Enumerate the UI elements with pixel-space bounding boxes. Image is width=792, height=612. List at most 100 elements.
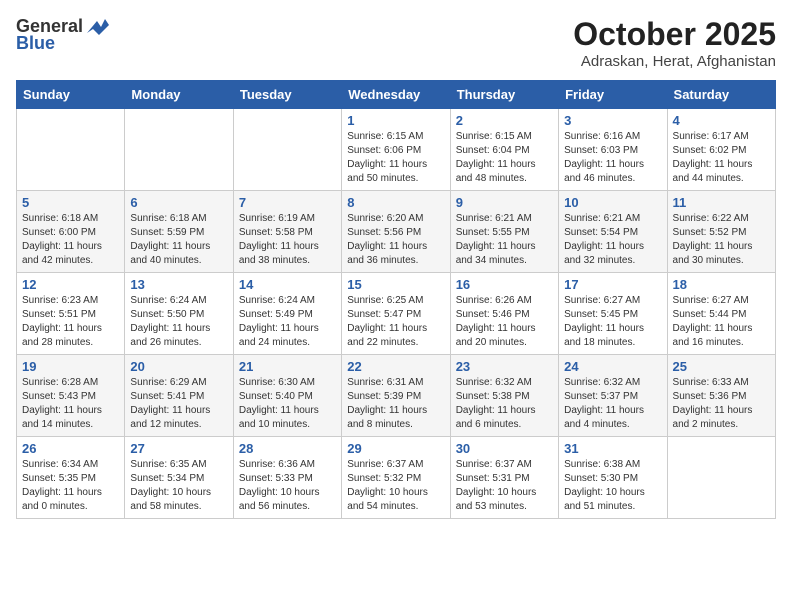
day-info: Sunrise: 6:17 AM Sunset: 6:02 PM Dayligh…	[673, 130, 770, 186]
calendar-cell: 3 Sunrise: 6:16 AM Sunset: 6:03 PM Daylig…	[559, 109, 667, 191]
day-info: Sunrise: 6:21 AM Sunset: 5:54 PM Dayligh…	[564, 212, 661, 268]
day-info: Sunrise: 6:32 AM Sunset: 5:37 PM Dayligh…	[564, 376, 661, 432]
calendar-cell: 23 Sunrise: 6:32 AM Sunset: 5:38 PM Dayli…	[450, 355, 558, 437]
day-number: 26	[22, 441, 119, 456]
weekday-header-row: SundayMondayTuesdayWednesdayThursdayFrid…	[17, 81, 776, 109]
calendar-cell: 30 Sunrise: 6:37 AM Sunset: 5:31 PM Dayli…	[450, 437, 558, 519]
day-number: 12	[22, 277, 119, 292]
calendar-cell: 18 Sunrise: 6:27 AM Sunset: 5:44 PM Dayli…	[667, 273, 775, 355]
day-number: 17	[564, 277, 661, 292]
calendar-week-row: 26 Sunrise: 6:34 AM Sunset: 5:35 PM Dayli…	[17, 437, 776, 519]
day-info: Sunrise: 6:27 AM Sunset: 5:44 PM Dayligh…	[673, 294, 770, 350]
day-info: Sunrise: 6:26 AM Sunset: 5:46 PM Dayligh…	[456, 294, 553, 350]
day-number: 8	[347, 195, 444, 210]
day-info: Sunrise: 6:35 AM Sunset: 5:34 PM Dayligh…	[130, 458, 227, 514]
day-number: 19	[22, 359, 119, 374]
calendar-cell: 21 Sunrise: 6:30 AM Sunset: 5:40 PM Dayli…	[233, 355, 341, 437]
day-info: Sunrise: 6:37 AM Sunset: 5:32 PM Dayligh…	[347, 458, 444, 514]
calendar-cell	[233, 109, 341, 191]
day-number: 3	[564, 113, 661, 128]
day-info: Sunrise: 6:31 AM Sunset: 5:39 PM Dayligh…	[347, 376, 444, 432]
calendar-cell: 26 Sunrise: 6:34 AM Sunset: 5:35 PM Dayli…	[17, 437, 125, 519]
day-number: 13	[130, 277, 227, 292]
calendar-week-row: 12 Sunrise: 6:23 AM Sunset: 5:51 PM Dayli…	[17, 273, 776, 355]
weekday-header-saturday: Saturday	[667, 81, 775, 109]
calendar-cell: 17 Sunrise: 6:27 AM Sunset: 5:45 PM Dayli…	[559, 273, 667, 355]
calendar-cell: 15Sunrise: 6:25 AM Sunset: 5:47 PM Dayli…	[342, 273, 450, 355]
day-info: Sunrise: 6:27 AM Sunset: 5:45 PM Dayligh…	[564, 294, 661, 350]
calendar-table: SundayMondayTuesdayWednesdayThursdayFrid…	[16, 80, 776, 519]
calendar-cell	[17, 109, 125, 191]
weekday-header-sunday: Sunday	[17, 81, 125, 109]
day-number: 11	[673, 195, 770, 210]
weekday-header-tuesday: Tuesday	[233, 81, 341, 109]
weekday-header-monday: Monday	[125, 81, 233, 109]
day-number: 21	[239, 359, 336, 374]
day-number: 29	[347, 441, 444, 456]
calendar-cell: 28 Sunrise: 6:36 AM Sunset: 5:33 PM Dayli…	[233, 437, 341, 519]
day-info: Sunrise: 6:18 AM Sunset: 5:59 PM Dayligh…	[130, 212, 227, 268]
day-info: Sunrise: 6:19 AM Sunset: 5:58 PM Dayligh…	[239, 212, 336, 268]
day-number: 25	[673, 359, 770, 374]
day-number: 2	[456, 113, 553, 128]
day-info: Sunrise: 6:21 AM Sunset: 5:55 PM Dayligh…	[456, 212, 553, 268]
weekday-header-friday: Friday	[559, 81, 667, 109]
day-info: Sunrise: 6:37 AM Sunset: 5:31 PM Dayligh…	[456, 458, 553, 514]
calendar-cell: 4 Sunrise: 6:17 AM Sunset: 6:02 PM Daylig…	[667, 109, 775, 191]
day-info: Sunrise: 6:23 AM Sunset: 5:51 PM Dayligh…	[22, 294, 119, 350]
day-info: Sunrise: 6:34 AM Sunset: 5:35 PM Dayligh…	[22, 458, 119, 514]
day-info: Sunrise: 6:20 AM Sunset: 5:56 PM Dayligh…	[347, 212, 444, 268]
calendar-cell: 7Sunrise: 6:19 AM Sunset: 5:58 PM Daylig…	[233, 191, 341, 273]
day-number: 28	[239, 441, 336, 456]
logo-bird-icon	[87, 19, 109, 35]
day-info: Sunrise: 6:22 AM Sunset: 5:52 PM Dayligh…	[673, 212, 770, 268]
calendar-cell: 12 Sunrise: 6:23 AM Sunset: 5:51 PM Dayli…	[17, 273, 125, 355]
calendar-cell: 1Sunrise: 6:15 AM Sunset: 6:06 PM Daylig…	[342, 109, 450, 191]
day-info: Sunrise: 6:36 AM Sunset: 5:33 PM Dayligh…	[239, 458, 336, 514]
day-number: 24	[564, 359, 661, 374]
calendar-week-row: 5Sunrise: 6:18 AM Sunset: 6:00 PM Daylig…	[17, 191, 776, 273]
calendar-cell: 11 Sunrise: 6:22 AM Sunset: 5:52 PM Dayli…	[667, 191, 775, 273]
calendar-cell: 19 Sunrise: 6:28 AM Sunset: 5:43 PM Dayli…	[17, 355, 125, 437]
day-number: 4	[673, 113, 770, 128]
calendar-cell: 10 Sunrise: 6:21 AM Sunset: 5:54 PM Dayli…	[559, 191, 667, 273]
day-number: 30	[456, 441, 553, 456]
day-info: Sunrise: 6:24 AM Sunset: 5:49 PM Dayligh…	[239, 294, 336, 350]
day-number: 16	[456, 277, 553, 292]
day-info: Sunrise: 6:32 AM Sunset: 5:38 PM Dayligh…	[456, 376, 553, 432]
day-info: Sunrise: 6:33 AM Sunset: 5:36 PM Dayligh…	[673, 376, 770, 432]
calendar-cell: 27 Sunrise: 6:35 AM Sunset: 5:34 PM Dayli…	[125, 437, 233, 519]
day-info: Sunrise: 6:24 AM Sunset: 5:50 PM Dayligh…	[130, 294, 227, 350]
day-number: 15	[347, 277, 444, 292]
calendar-cell: 6 Sunrise: 6:18 AM Sunset: 5:59 PM Daylig…	[125, 191, 233, 273]
calendar-cell: 24 Sunrise: 6:32 AM Sunset: 5:37 PM Dayli…	[559, 355, 667, 437]
day-number: 18	[673, 277, 770, 292]
location: Adraskan, Herat, Afghanistan	[573, 53, 776, 70]
calendar-cell: 31 Sunrise: 6:38 AM Sunset: 5:30 PM Dayli…	[559, 437, 667, 519]
day-number: 10	[564, 195, 661, 210]
weekday-header-thursday: Thursday	[450, 81, 558, 109]
day-number: 27	[130, 441, 227, 456]
day-number: 1	[347, 113, 444, 128]
day-number: 31	[564, 441, 661, 456]
day-info: Sunrise: 6:28 AM Sunset: 5:43 PM Dayligh…	[22, 376, 119, 432]
calendar-week-row: 19 Sunrise: 6:28 AM Sunset: 5:43 PM Dayli…	[17, 355, 776, 437]
calendar-cell: 16 Sunrise: 6:26 AM Sunset: 5:46 PM Dayli…	[450, 273, 558, 355]
day-info: Sunrise: 6:38 AM Sunset: 5:30 PM Dayligh…	[564, 458, 661, 514]
day-number: 6	[130, 195, 227, 210]
day-info: Sunrise: 6:30 AM Sunset: 5:40 PM Dayligh…	[239, 376, 336, 432]
page-header: General Blue October 2025 Adraskan, Hera…	[16, 16, 776, 70]
day-info: Sunrise: 6:15 AM Sunset: 6:04 PM Dayligh…	[456, 130, 553, 186]
calendar-cell: 25 Sunrise: 6:33 AM Sunset: 5:36 PM Dayli…	[667, 355, 775, 437]
logo: General Blue	[16, 16, 109, 54]
day-number: 20	[130, 359, 227, 374]
day-number: 14	[239, 277, 336, 292]
day-info: Sunrise: 6:16 AM Sunset: 6:03 PM Dayligh…	[564, 130, 661, 186]
day-number: 5	[22, 195, 119, 210]
day-info: Sunrise: 6:29 AM Sunset: 5:41 PM Dayligh…	[130, 376, 227, 432]
calendar-cell: 29 Sunrise: 6:37 AM Sunset: 5:32 PM Dayli…	[342, 437, 450, 519]
day-number: 23	[456, 359, 553, 374]
calendar-cell: 20 Sunrise: 6:29 AM Sunset: 5:41 PM Dayli…	[125, 355, 233, 437]
title-area: October 2025 Adraskan, Herat, Afghanista…	[573, 16, 776, 70]
calendar-cell: 9Sunrise: 6:21 AM Sunset: 5:55 PM Daylig…	[450, 191, 558, 273]
